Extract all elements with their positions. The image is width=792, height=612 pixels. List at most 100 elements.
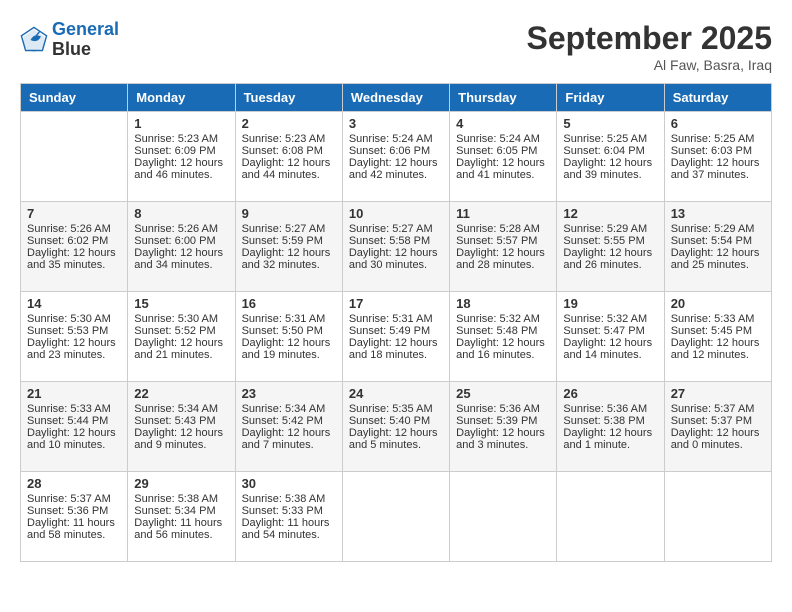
sunset-text: Sunset: 6:05 PM — [456, 145, 537, 157]
sunset-text: Sunset: 5:42 PM — [242, 415, 323, 427]
day-number: 17 — [349, 296, 443, 311]
calendar-cell: 1 Sunrise: 5:23 AM Sunset: 6:09 PM Dayli… — [128, 112, 235, 202]
day-number: 19 — [563, 296, 657, 311]
sunset-text: Sunset: 5:57 PM — [456, 235, 537, 247]
logo-text: General Blue — [52, 20, 119, 60]
sunrise-text: Sunrise: 5:25 AM — [563, 133, 647, 145]
calendar-cell: 7 Sunrise: 5:26 AM Sunset: 6:02 PM Dayli… — [21, 202, 128, 292]
sunrise-text: Sunrise: 5:33 AM — [671, 313, 755, 325]
calendar-cell: 19 Sunrise: 5:32 AM Sunset: 5:47 PM Dayl… — [557, 292, 664, 382]
day-number: 27 — [671, 386, 765, 401]
daylight-text: Daylight: 12 hours and 14 minutes. — [563, 337, 652, 361]
sunset-text: Sunset: 5:36 PM — [27, 505, 108, 517]
day-number: 29 — [134, 476, 228, 491]
col-header-saturday: Saturday — [664, 84, 771, 112]
logo-line1: General — [52, 19, 119, 39]
sunrise-text: Sunrise: 5:30 AM — [27, 313, 111, 325]
day-number: 9 — [242, 206, 336, 221]
week-row-5: 28 Sunrise: 5:37 AM Sunset: 5:36 PM Dayl… — [21, 472, 772, 562]
sunset-text: Sunset: 5:54 PM — [671, 235, 752, 247]
day-number: 30 — [242, 476, 336, 491]
sunrise-text: Sunrise: 5:25 AM — [671, 133, 755, 145]
daylight-text: Daylight: 12 hours and 37 minutes. — [671, 157, 760, 181]
daylight-text: Daylight: 11 hours and 56 minutes. — [134, 517, 222, 541]
col-header-friday: Friday — [557, 84, 664, 112]
calendar-cell: 24 Sunrise: 5:35 AM Sunset: 5:40 PM Dayl… — [342, 382, 449, 472]
sunset-text: Sunset: 6:08 PM — [242, 145, 323, 157]
calendar-cell — [342, 472, 449, 562]
calendar-cell: 28 Sunrise: 5:37 AM Sunset: 5:36 PM Dayl… — [21, 472, 128, 562]
daylight-text: Daylight: 12 hours and 35 minutes. — [27, 247, 116, 271]
sunset-text: Sunset: 6:06 PM — [349, 145, 430, 157]
daylight-text: Daylight: 12 hours and 39 minutes. — [563, 157, 652, 181]
day-number: 10 — [349, 206, 443, 221]
calendar-cell: 27 Sunrise: 5:37 AM Sunset: 5:37 PM Dayl… — [664, 382, 771, 472]
sunrise-text: Sunrise: 5:37 AM — [27, 493, 111, 505]
week-row-3: 14 Sunrise: 5:30 AM Sunset: 5:53 PM Dayl… — [21, 292, 772, 382]
day-number: 15 — [134, 296, 228, 311]
sunset-text: Sunset: 5:33 PM — [242, 505, 323, 517]
daylight-text: Daylight: 12 hours and 34 minutes. — [134, 247, 223, 271]
calendar-cell: 30 Sunrise: 5:38 AM Sunset: 5:33 PM Dayl… — [235, 472, 342, 562]
col-header-thursday: Thursday — [450, 84, 557, 112]
sunrise-text: Sunrise: 5:34 AM — [242, 403, 326, 415]
calendar-cell: 29 Sunrise: 5:38 AM Sunset: 5:34 PM Dayl… — [128, 472, 235, 562]
calendar-cell: 10 Sunrise: 5:27 AM Sunset: 5:58 PM Dayl… — [342, 202, 449, 292]
day-number: 24 — [349, 386, 443, 401]
sunset-text: Sunset: 5:43 PM — [134, 415, 215, 427]
day-number: 14 — [27, 296, 121, 311]
day-number: 4 — [456, 116, 550, 131]
sunset-text: Sunset: 6:00 PM — [134, 235, 215, 247]
day-number: 13 — [671, 206, 765, 221]
calendar-cell: 12 Sunrise: 5:29 AM Sunset: 5:55 PM Dayl… — [557, 202, 664, 292]
day-number: 2 — [242, 116, 336, 131]
sunrise-text: Sunrise: 5:32 AM — [456, 313, 540, 325]
header-row: SundayMondayTuesdayWednesdayThursdayFrid… — [21, 84, 772, 112]
sunrise-text: Sunrise: 5:34 AM — [134, 403, 218, 415]
sunset-text: Sunset: 5:48 PM — [456, 325, 537, 337]
daylight-text: Daylight: 12 hours and 44 minutes. — [242, 157, 331, 181]
calendar-cell: 21 Sunrise: 5:33 AM Sunset: 5:44 PM Dayl… — [21, 382, 128, 472]
sunrise-text: Sunrise: 5:28 AM — [456, 223, 540, 235]
logo-icon — [20, 26, 48, 54]
day-number: 8 — [134, 206, 228, 221]
day-number: 26 — [563, 386, 657, 401]
daylight-text: Daylight: 12 hours and 28 minutes. — [456, 247, 545, 271]
sunset-text: Sunset: 5:53 PM — [27, 325, 108, 337]
daylight-text: Daylight: 12 hours and 30 minutes. — [349, 247, 438, 271]
day-number: 5 — [563, 116, 657, 131]
day-number: 22 — [134, 386, 228, 401]
daylight-text: Daylight: 12 hours and 32 minutes. — [242, 247, 331, 271]
day-number: 21 — [27, 386, 121, 401]
daylight-text: Daylight: 12 hours and 21 minutes. — [134, 337, 223, 361]
calendar-cell: 25 Sunrise: 5:36 AM Sunset: 5:39 PM Dayl… — [450, 382, 557, 472]
sunrise-text: Sunrise: 5:27 AM — [242, 223, 326, 235]
sunset-text: Sunset: 5:50 PM — [242, 325, 323, 337]
sunset-text: Sunset: 5:49 PM — [349, 325, 430, 337]
calendar-cell — [664, 472, 771, 562]
sunrise-text: Sunrise: 5:38 AM — [134, 493, 218, 505]
sunset-text: Sunset: 5:58 PM — [349, 235, 430, 247]
sunrise-text: Sunrise: 5:24 AM — [456, 133, 540, 145]
calendar-cell: 3 Sunrise: 5:24 AM Sunset: 6:06 PM Dayli… — [342, 112, 449, 202]
week-row-2: 7 Sunrise: 5:26 AM Sunset: 6:02 PM Dayli… — [21, 202, 772, 292]
daylight-text: Daylight: 12 hours and 16 minutes. — [456, 337, 545, 361]
day-number: 28 — [27, 476, 121, 491]
sunrise-text: Sunrise: 5:36 AM — [456, 403, 540, 415]
sunset-text: Sunset: 5:47 PM — [563, 325, 644, 337]
calendar-cell — [450, 472, 557, 562]
sunset-text: Sunset: 5:37 PM — [671, 415, 752, 427]
sunrise-text: Sunrise: 5:37 AM — [671, 403, 755, 415]
month-title: September 2025 — [527, 20, 772, 57]
sunset-text: Sunset: 5:34 PM — [134, 505, 215, 517]
sunset-text: Sunset: 6:02 PM — [27, 235, 108, 247]
page-header: General Blue September 2025 Al Faw, Basr… — [20, 20, 772, 73]
daylight-text: Daylight: 11 hours and 54 minutes. — [242, 517, 330, 541]
daylight-text: Daylight: 12 hours and 3 minutes. — [456, 427, 545, 451]
calendar-cell: 5 Sunrise: 5:25 AM Sunset: 6:04 PM Dayli… — [557, 112, 664, 202]
sunset-text: Sunset: 6:04 PM — [563, 145, 644, 157]
calendar-cell: 13 Sunrise: 5:29 AM Sunset: 5:54 PM Dayl… — [664, 202, 771, 292]
daylight-text: Daylight: 12 hours and 0 minutes. — [671, 427, 760, 451]
daylight-text: Daylight: 12 hours and 5 minutes. — [349, 427, 438, 451]
sunrise-text: Sunrise: 5:29 AM — [671, 223, 755, 235]
